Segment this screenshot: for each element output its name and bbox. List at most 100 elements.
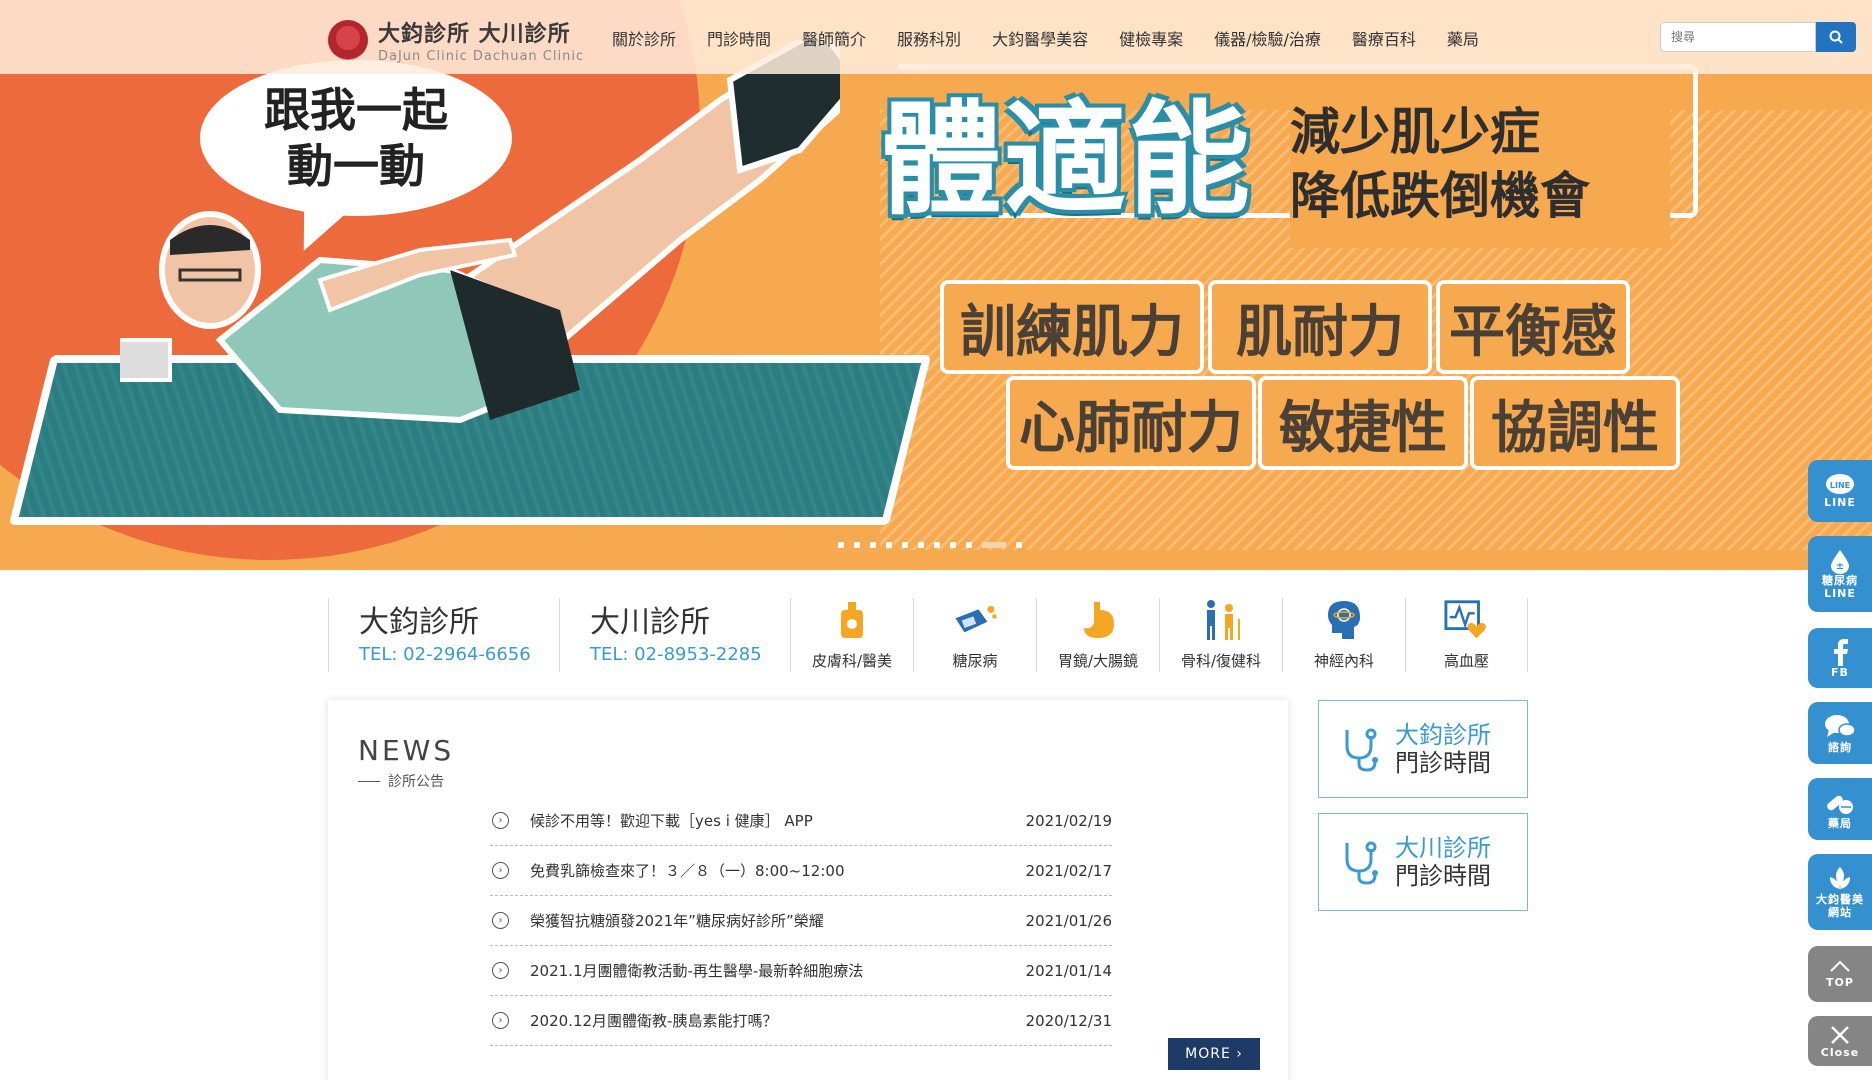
hero-banner[interactable]: 跟我一起動一動 體適能 減少肌少症 降低跌倒機會 訓練肌力 肌耐力 平衡感 心肺… bbox=[0, 0, 1872, 570]
search-icon bbox=[1829, 30, 1843, 44]
chevron-right-icon: › bbox=[492, 1012, 509, 1029]
news-item-date: 2021/01/14 bbox=[1025, 961, 1112, 980]
drop-icon: ± bbox=[1831, 550, 1849, 574]
side-diabetes-line-button[interactable]: ± 糖尿病 LINE bbox=[1808, 536, 1872, 612]
clinic-contact-dachuan: 大川診所 TEL: 02-8953-2285 bbox=[559, 598, 790, 672]
side-pharmacy-button[interactable]: 藥局 bbox=[1808, 778, 1872, 840]
news-item-title: 2021.1月團體衛教活動-再生醫學-最新幹細胞療法 bbox=[530, 962, 864, 980]
dept-neurology[interactable]: 神經內科 bbox=[1282, 598, 1405, 672]
hours-clinic-name: 大鈞診所 bbox=[1395, 721, 1491, 749]
side-line-button[interactable]: LINE LINE bbox=[1808, 460, 1872, 522]
dept-hypertension[interactable]: 高血壓 bbox=[1405, 598, 1528, 672]
nav-item-services[interactable]: 服務科別 bbox=[897, 26, 961, 50]
slider-dot[interactable] bbox=[854, 542, 860, 548]
hours-label: 門診時間 bbox=[1395, 862, 1491, 890]
news-item-title: 候診不用等！歡迎下載［yes i 健康］ APP bbox=[530, 812, 813, 830]
side-label: LINE bbox=[1824, 495, 1856, 509]
exercising-man-image bbox=[120, 40, 840, 424]
slider-dot[interactable] bbox=[902, 542, 908, 548]
nav-item-checkup[interactable]: 健檢專案 bbox=[1119, 26, 1183, 50]
news-item-date: 2021/02/19 bbox=[1025, 811, 1112, 830]
slider-dot[interactable] bbox=[918, 542, 924, 548]
hero-title: 體適能 bbox=[880, 89, 1252, 231]
slider-dot[interactable] bbox=[982, 542, 1006, 548]
hours-button-dachuan[interactable]: 大川診所 門診時間 bbox=[1318, 813, 1528, 911]
dept-diabetes[interactable]: 糖尿病 bbox=[913, 598, 1036, 672]
side-label: Close bbox=[1820, 1045, 1860, 1059]
nav-item-equipment[interactable]: 儀器/檢驗/治療 bbox=[1214, 26, 1321, 50]
site-header: 大鈞診所 大川診所 DaJun Clinic Dachuan Clinic 關於… bbox=[0, 0, 1872, 74]
stomach-icon bbox=[1084, 602, 1114, 638]
news-item[interactable]: › 榮獲智抗糖頒發2021年”糖尿病好診所”榮耀 2021/01/26 bbox=[490, 896, 1112, 946]
search-bar bbox=[1660, 22, 1856, 52]
chat-icon bbox=[1825, 714, 1856, 737]
main-nav: 關於診所 門診時間 醫師簡介 服務科別 大鈞醫學美容 健檢專案 儀器/檢驗/治療… bbox=[612, 26, 1510, 50]
dept-dermatology[interactable]: 皮膚科/醫美 bbox=[790, 598, 913, 672]
elderly-icon bbox=[1207, 600, 1240, 640]
line-icon: LINE bbox=[1826, 473, 1854, 494]
clinic-name: 大鈞診所 bbox=[359, 605, 479, 640]
news-item-title: 榮獲智抗糖頒發2021年”糖尿病好診所”榮耀 bbox=[530, 912, 824, 930]
side-label: 藥局 bbox=[1828, 816, 1852, 830]
news-item[interactable]: › 免費乳篩檢查來了！３／８（一）8:00~12:00 2021/02/17 bbox=[490, 846, 1112, 896]
chevron-right-icon: › bbox=[492, 912, 509, 929]
more-button[interactable]: MORE › bbox=[1168, 1038, 1260, 1070]
news-item-title: 2020.12月團體衛教-胰島素能打嗎？ bbox=[530, 1012, 778, 1030]
side-consult-button[interactable]: 諮詢 bbox=[1808, 702, 1872, 764]
slider-dot[interactable] bbox=[870, 542, 876, 548]
dept-label: 高血壓 bbox=[1443, 652, 1489, 670]
chevron-right-icon: › bbox=[492, 962, 509, 979]
dept-label: 糖尿病 bbox=[952, 652, 998, 670]
slider-dot[interactable] bbox=[1016, 542, 1022, 548]
pill-icon bbox=[1827, 795, 1853, 814]
news-panel: NEWS 診所公告 › 候診不用等！歡迎下載［yes i 健康］ APP 2021/… bbox=[328, 700, 1288, 1080]
svg-text:LINE: LINE bbox=[1830, 481, 1850, 490]
skill-badge: 平衡感 bbox=[1436, 280, 1630, 374]
nav-item-encyclopedia[interactable]: 醫療百科 bbox=[1352, 26, 1416, 50]
nav-item-about[interactable]: 關於診所 bbox=[612, 26, 676, 50]
slider-dot[interactable] bbox=[950, 542, 956, 548]
skill-badge: 心肺耐力 bbox=[1006, 376, 1256, 470]
search-button[interactable] bbox=[1816, 22, 1856, 52]
dept-label: 骨科/復健科 bbox=[1180, 652, 1262, 670]
news-title: NEWS bbox=[358, 734, 455, 767]
search-input[interactable] bbox=[1660, 22, 1816, 52]
slider-dot[interactable] bbox=[966, 542, 972, 548]
site-logo[interactable]: 大鈞診所 大川診所 DaJun Clinic Dachuan Clinic bbox=[328, 16, 584, 64]
slider-dot[interactable] bbox=[934, 542, 940, 548]
hours-label: 門診時間 bbox=[1395, 749, 1491, 777]
slider-dot[interactable] bbox=[886, 542, 892, 548]
nav-item-hours[interactable]: 門診時間 bbox=[707, 26, 771, 50]
chevron-up-icon bbox=[1830, 960, 1850, 972]
clinic-tel[interactable]: TEL: 02-8953-2285 bbox=[590, 644, 790, 665]
news-item[interactable]: › 候診不用等！歡迎下載［yes i 健康］ APP 2021/02/19 bbox=[490, 796, 1112, 846]
facebook-icon bbox=[1834, 638, 1848, 666]
clinic-contact-dajun: 大鈞診所 TEL: 02-2964-6656 bbox=[328, 598, 559, 672]
nav-item-doctors[interactable]: 醫師簡介 bbox=[802, 26, 866, 50]
nav-item-pharmacy[interactable]: 藥局 bbox=[1447, 26, 1479, 50]
skill-badge: 敏捷性 bbox=[1258, 376, 1468, 470]
side-label: 大鈞醫美網站 bbox=[1816, 893, 1864, 919]
news-item-date: 2021/01/26 bbox=[1025, 911, 1112, 930]
slider-dot[interactable] bbox=[838, 542, 844, 548]
dept-orthopedics[interactable]: 骨科/復健科 bbox=[1159, 598, 1282, 672]
news-item[interactable]: › 2021.1月團體衛教活動-再生醫學-最新幹細胞療法 2021/01/14 bbox=[490, 946, 1112, 996]
close-float-button[interactable]: Close bbox=[1808, 1016, 1872, 1066]
hours-clinic-name: 大川診所 bbox=[1395, 834, 1491, 862]
side-fb-button[interactable]: FB bbox=[1808, 628, 1872, 688]
side-label: 諮詢 bbox=[1828, 740, 1852, 754]
side-aesthetics-site-button[interactable]: 大鈞醫美網站 bbox=[1808, 854, 1872, 930]
skill-badge: 協調性 bbox=[1470, 376, 1680, 470]
news-item-date: 2020/12/31 bbox=[1025, 1011, 1112, 1030]
clinic-tel[interactable]: TEL: 02-2964-6656 bbox=[359, 644, 559, 665]
slider-dots bbox=[838, 542, 1022, 548]
news-list: › 候診不用等！歡迎下載［yes i 健康］ APP 2021/02/19 › 免費乳… bbox=[490, 796, 1112, 1046]
dept-endoscopy[interactable]: 胃鏡/大腸鏡 bbox=[1036, 598, 1159, 672]
svg-text:±: ± bbox=[1836, 561, 1844, 572]
news-item[interactable]: › 2020.12月團體衛教-胰島素能打嗎？ 2020/12/31 bbox=[490, 996, 1112, 1046]
nav-item-aesthetics[interactable]: 大鈞醫學美容 bbox=[992, 26, 1088, 50]
back-to-top-button[interactable]: TOP bbox=[1808, 946, 1872, 1002]
side-label: 糖尿病 LINE bbox=[1822, 574, 1858, 600]
hours-button-dajun[interactable]: 大鈞診所 門診時間 bbox=[1318, 700, 1528, 798]
close-icon bbox=[1831, 1025, 1849, 1044]
